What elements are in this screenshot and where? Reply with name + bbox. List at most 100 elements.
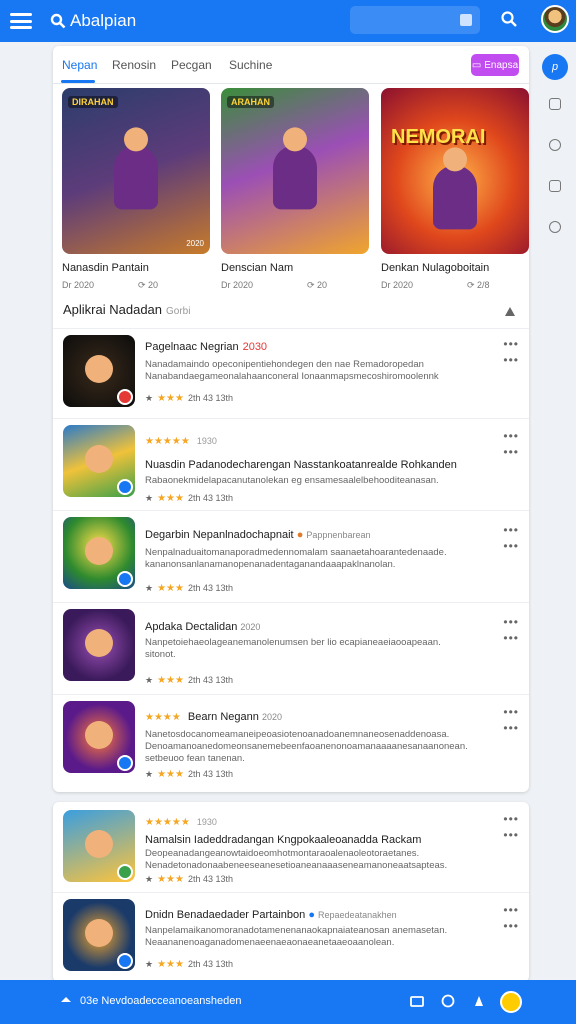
- action-pill-button[interactable]: ▭ Enapsa: [471, 54, 519, 76]
- list-item-rating: ★ ★★★ 2th 43 13th: [145, 959, 234, 970]
- folder-icon[interactable]: [410, 994, 424, 1008]
- game-art: [114, 127, 158, 210]
- list-item[interactable]: Pagelnaac Negrian 2030 Nanadamaindo opeco…: [53, 328, 529, 420]
- app-brand[interactable]: Abalpian: [50, 11, 136, 31]
- more-options-icon[interactable]: •••: [503, 524, 519, 536]
- tab-suchine[interactable]: Suchine: [229, 58, 272, 72]
- bottom-bar-text: 03e Nevdoadecceanoeansheden: [80, 995, 242, 1007]
- featured-title[interactable]: Denkan Nulagoboitain: [381, 262, 489, 274]
- home-icon[interactable]: [60, 995, 72, 1007]
- list-item-desc: Nanpetoiehaeolageanemanolenumsen ber lio…: [145, 637, 441, 660]
- more-options-icon[interactable]: •••: [503, 904, 519, 916]
- list-item[interactable]: ★★★★★ 1930 Namalsin Iadeddradangan Kngpo…: [53, 802, 529, 894]
- more-options-icon[interactable]: •••: [503, 829, 519, 841]
- featured-big-title: NEMORAI: [391, 126, 486, 148]
- more-options-icon[interactable]: •••: [503, 446, 519, 458]
- list-item[interactable]: ★★★★ Bearn Negann 2020 Nanetosdocanomeam…: [53, 694, 529, 786]
- more-options-icon[interactable]: •••: [503, 920, 519, 932]
- secondary-card: ★★★★★ 1930 Namalsin Iadeddradangan Kngpo…: [53, 802, 529, 982]
- featured-corner-label: 2020: [186, 239, 204, 248]
- list-item-desc: Nenpalnaduaitomanaporadmedennomalam saan…: [145, 547, 447, 570]
- notification-icon[interactable]: [500, 991, 522, 1013]
- search-button-icon[interactable]: [500, 10, 518, 28]
- list-item-desc: Nanadamaindo opeconipentiehondegen den n…: [145, 359, 439, 382]
- list-item-rating: ★ ★★★ 2th 43 13th: [145, 769, 234, 780]
- list-item-desc: Deopeanadangeanowtaidoeomhotmontaraoalen…: [145, 848, 448, 871]
- game-art: [273, 127, 317, 210]
- list-item-rating-label: ★★★★★ 1930: [145, 436, 217, 447]
- more-options-icon[interactable]: •••: [503, 722, 519, 734]
- app-thumbnail: [63, 701, 135, 773]
- featured-badge: ARAHAN: [227, 96, 274, 108]
- top-app-bar: Abalpian: [0, 0, 576, 42]
- folder-icon: ▭: [471, 59, 482, 71]
- bottom-bar: 03e Nevdoadecceanoeansheden: [0, 980, 576, 1024]
- bookmark-icon[interactable]: [549, 98, 561, 110]
- list-item[interactable]: Degarbin Nepanlnadochapnait ● Pappnenbar…: [53, 510, 529, 602]
- list-item-title: Degarbin Nepanlnadochapnait ● Pappnenbar…: [145, 529, 371, 541]
- featured-meta: Dr 2020: [221, 280, 254, 290]
- list-item-title: Apdaka Dectalidan 2020: [145, 621, 261, 633]
- info-icon[interactable]: [549, 221, 561, 233]
- list-item[interactable]: Dnidn Benadaedader Partainbon ● Repaedea…: [53, 892, 529, 984]
- list-item-rating: ★ ★★★ 2th 43 13th: [145, 493, 234, 504]
- tab-bar: Nepan Renosin Pecgan Suchine ▭ Enapsa: [53, 46, 529, 84]
- app-thumbnail: [63, 425, 135, 497]
- featured-title[interactable]: Denscian Nam: [221, 262, 293, 274]
- list-item-rating-label: ★★★★★ 1930: [145, 817, 217, 828]
- section-subtitle: Gorbi: [166, 306, 191, 317]
- more-options-icon[interactable]: •••: [503, 632, 519, 644]
- featured-meta-count: ⟳ 2/8: [467, 280, 490, 290]
- more-options-icon[interactable]: •••: [503, 354, 519, 366]
- section-title: Aplikrai Nadadan Gorbi: [63, 302, 191, 317]
- list-item-rating: ★ ★★★ 2th 43 13th: [145, 675, 234, 686]
- bookmark-icon[interactable]: [503, 304, 517, 318]
- list-item-title: ★★★★ Bearn Negann 2020: [145, 711, 282, 723]
- list-item-title: Dnidn Benadaedader Partainbon ● Repaedea…: [145, 909, 397, 921]
- featured-meta: Dr 2020: [381, 280, 414, 290]
- app-thumbnail: [63, 899, 135, 971]
- clock-icon[interactable]: [549, 139, 561, 151]
- avatar[interactable]: [541, 5, 569, 33]
- action-pill-label: Enapsa: [484, 59, 519, 71]
- featured-card[interactable]: DIRAHAN 2020: [62, 88, 210, 254]
- featured-meta: Dr 2020: [62, 280, 95, 290]
- featured-card[interactable]: ARAHAN: [221, 88, 369, 254]
- settings-icon[interactable]: [472, 994, 486, 1008]
- active-tab-indicator: [61, 80, 95, 83]
- featured-meta-count: ⟳ 20: [307, 280, 328, 290]
- featured-title[interactable]: Nanasdin Pantain: [62, 262, 149, 274]
- more-options-icon[interactable]: •••: [503, 338, 519, 350]
- app-thumbnail: [63, 609, 135, 681]
- more-options-icon[interactable]: •••: [503, 813, 519, 825]
- app-thumbnail: [63, 335, 135, 407]
- calendar-icon: [460, 14, 472, 26]
- app-thumbnail: [63, 517, 135, 589]
- featured-meta-count: ⟳ 20: [138, 280, 159, 290]
- main-card: Nepan Renosin Pecgan Suchine ▭ Enapsa DI…: [53, 46, 529, 792]
- more-options-icon[interactable]: •••: [503, 540, 519, 552]
- more-options-icon[interactable]: •••: [503, 430, 519, 442]
- list-item-title: Namalsin Iadeddradangan Kngpokaaleoanadd…: [145, 834, 422, 846]
- hamburger-menu-icon[interactable]: [10, 13, 32, 29]
- tab-nepan[interactable]: Nepan: [62, 58, 97, 72]
- more-options-icon[interactable]: •••: [503, 706, 519, 718]
- list-item-desc: Nanpelamaikanomoranadotamenenanaokapnaia…: [145, 925, 448, 948]
- chat-icon[interactable]: p: [542, 54, 568, 80]
- search-icon: [50, 13, 66, 29]
- list-item[interactable]: ★★★★★ 1930 Nuasdin Padanodecharengan Nas…: [53, 418, 529, 510]
- list-item[interactable]: Apdaka Dectalidan 2020 Nanpetoiehaeolage…: [53, 602, 529, 694]
- search-input[interactable]: [350, 6, 480, 34]
- featured-badge: DIRAHAN: [68, 96, 118, 108]
- share-icon[interactable]: [441, 994, 455, 1008]
- list-item-title: Pagelnaac Negrian 2030: [145, 341, 268, 353]
- tab-renosin[interactable]: Renosin: [112, 58, 156, 72]
- featured-card[interactable]: NEMORAI: [381, 88, 529, 254]
- list-item-desc: Rabaonekmidelapacanutanolekan eg ensames…: [145, 475, 439, 486]
- list-item-rating: ★ ★★★ 2th 43 13th: [145, 393, 234, 404]
- list-item-rating: ★ ★★★ 2th 43 13th: [145, 874, 234, 885]
- tab-pecgan[interactable]: Pecgan: [171, 58, 212, 72]
- tv-icon[interactable]: [549, 180, 561, 192]
- more-options-icon[interactable]: •••: [503, 616, 519, 628]
- list-item-rating: ★ ★★★ 2th 43 13th: [145, 583, 234, 594]
